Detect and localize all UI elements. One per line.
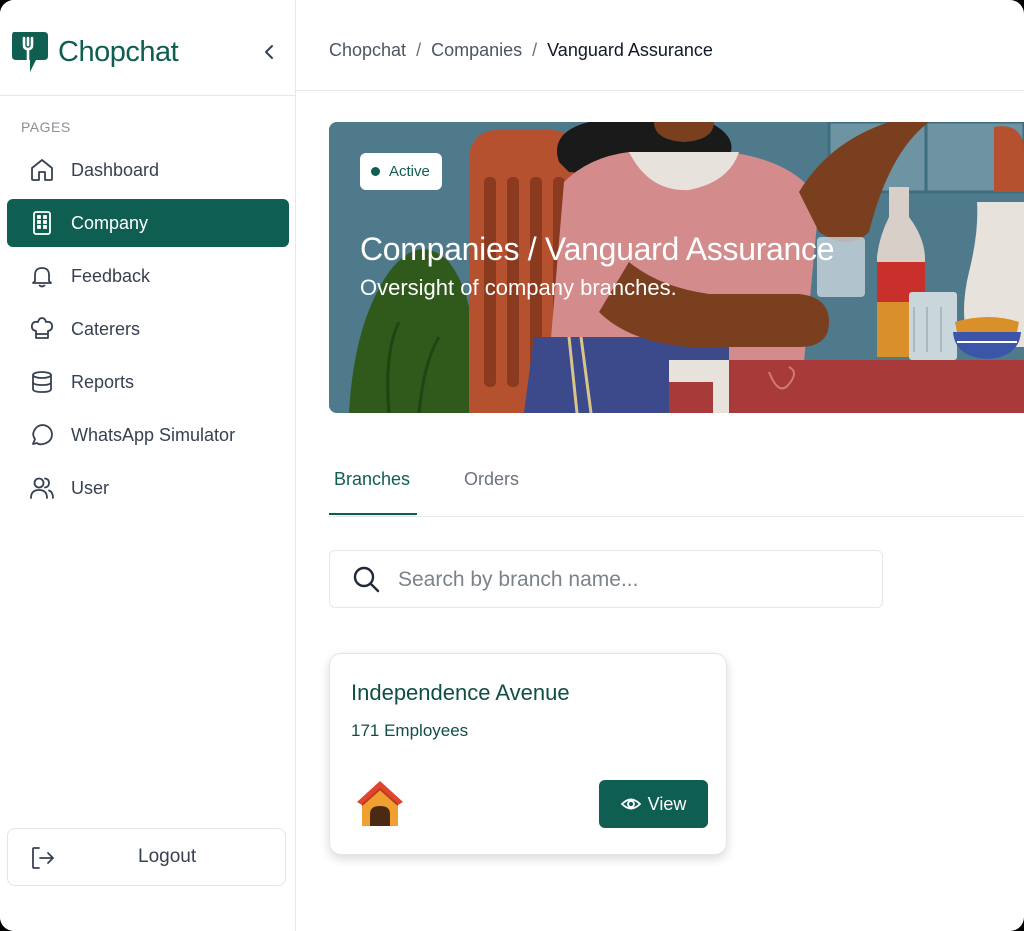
breadcrumb-item-current: Vanguard Assurance (547, 40, 713, 60)
brand-name: Chopchat (58, 35, 179, 68)
breadcrumb-separator: / (416, 40, 422, 60)
bell-icon (32, 267, 52, 288)
brand[interactable]: Chopchat (10, 30, 179, 74)
sidebar-item-label: Caterers (71, 318, 141, 339)
logout-label: Logout (138, 846, 197, 867)
hero-title: Companies / Vanguard Assurance (360, 231, 835, 267)
sidebar-divider (0, 95, 295, 96)
search-icon (353, 566, 380, 593)
view-branch-button[interactable]: View (599, 780, 708, 828)
collapse-sidebar-button[interactable] (258, 41, 280, 63)
branch-card: Independence Avenue 171 Employees View (329, 653, 727, 855)
sidebar-item-dashboard[interactable]: Dashboard (7, 146, 289, 194)
logout-icon (32, 847, 54, 869)
hero-banner: Active Companies / Vanguard Assurance Ov… (329, 122, 1024, 413)
tab-branches[interactable]: Branches (334, 469, 410, 490)
status-label: Active (389, 163, 430, 180)
doghouse-icon (357, 781, 403, 826)
sidebar-item-reports[interactable]: Reports (7, 358, 289, 406)
search-input[interactable] (396, 563, 870, 597)
main-content: Chopchat / Companies / Vanguard Assuranc… (296, 0, 1024, 931)
sidebar-item-label: Feedback (71, 265, 151, 286)
active-tab-indicator (329, 513, 417, 515)
branch-employees: 171 Employees (351, 721, 469, 740)
hero-subtitle: Oversight of company branches. (360, 275, 677, 300)
view-button-label: View (647, 793, 687, 814)
sidebar-item-label: User (71, 477, 110, 498)
breadcrumb-item-companies[interactable]: Companies (431, 40, 522, 61)
search-box (329, 550, 883, 608)
sidebar-item-label: Dashboard (71, 159, 160, 180)
sidebar-item-label: Reports (71, 371, 135, 392)
sidebar-item-user[interactable]: User (7, 464, 289, 512)
sidebar-item-whatsapp-simulator[interactable]: WhatsApp Simulator (7, 411, 289, 459)
status-badge: Active (360, 153, 442, 190)
users-icon (30, 477, 54, 499)
building-icon (33, 211, 51, 235)
sidebar-item-label: WhatsApp Simulator (71, 424, 236, 445)
breadcrumb: Chopchat / Companies / Vanguard Assuranc… (329, 40, 713, 61)
chat-bubble-icon (32, 424, 53, 446)
sidebar-nav: Dashboard Company Feedback Caterers Repo… (7, 146, 289, 517)
header-divider (296, 90, 1024, 91)
sidebar-item-company[interactable]: Company (7, 199, 289, 247)
sidebar-item-feedback[interactable]: Feedback (7, 252, 289, 300)
app-window: Chopchat PAGES Dashboard Company Feedbac… (0, 0, 1024, 931)
section-label: PAGES (21, 119, 71, 135)
database-icon (32, 371, 52, 393)
sidebar-item-caterers[interactable]: Caterers (7, 305, 289, 353)
chopchat-logo-icon (12, 32, 48, 72)
status-dot-icon (371, 167, 380, 176)
branch-name: Independence Avenue (351, 680, 570, 705)
chevron-left-icon (265, 45, 273, 59)
logout-button[interactable]: Logout (7, 828, 286, 886)
home-icon (31, 159, 53, 181)
breadcrumb-separator: / (532, 40, 538, 60)
eye-icon (620, 798, 641, 810)
tab-bar: Branches Orders (329, 462, 1024, 517)
tab-orders[interactable]: Orders (464, 469, 519, 490)
chef-hat-icon (30, 317, 54, 339)
breadcrumb-item-chopchat[interactable]: Chopchat (329, 40, 406, 61)
sidebar-item-label: Company (71, 212, 149, 233)
sidebar: Chopchat PAGES Dashboard Company Feedbac… (0, 0, 296, 931)
